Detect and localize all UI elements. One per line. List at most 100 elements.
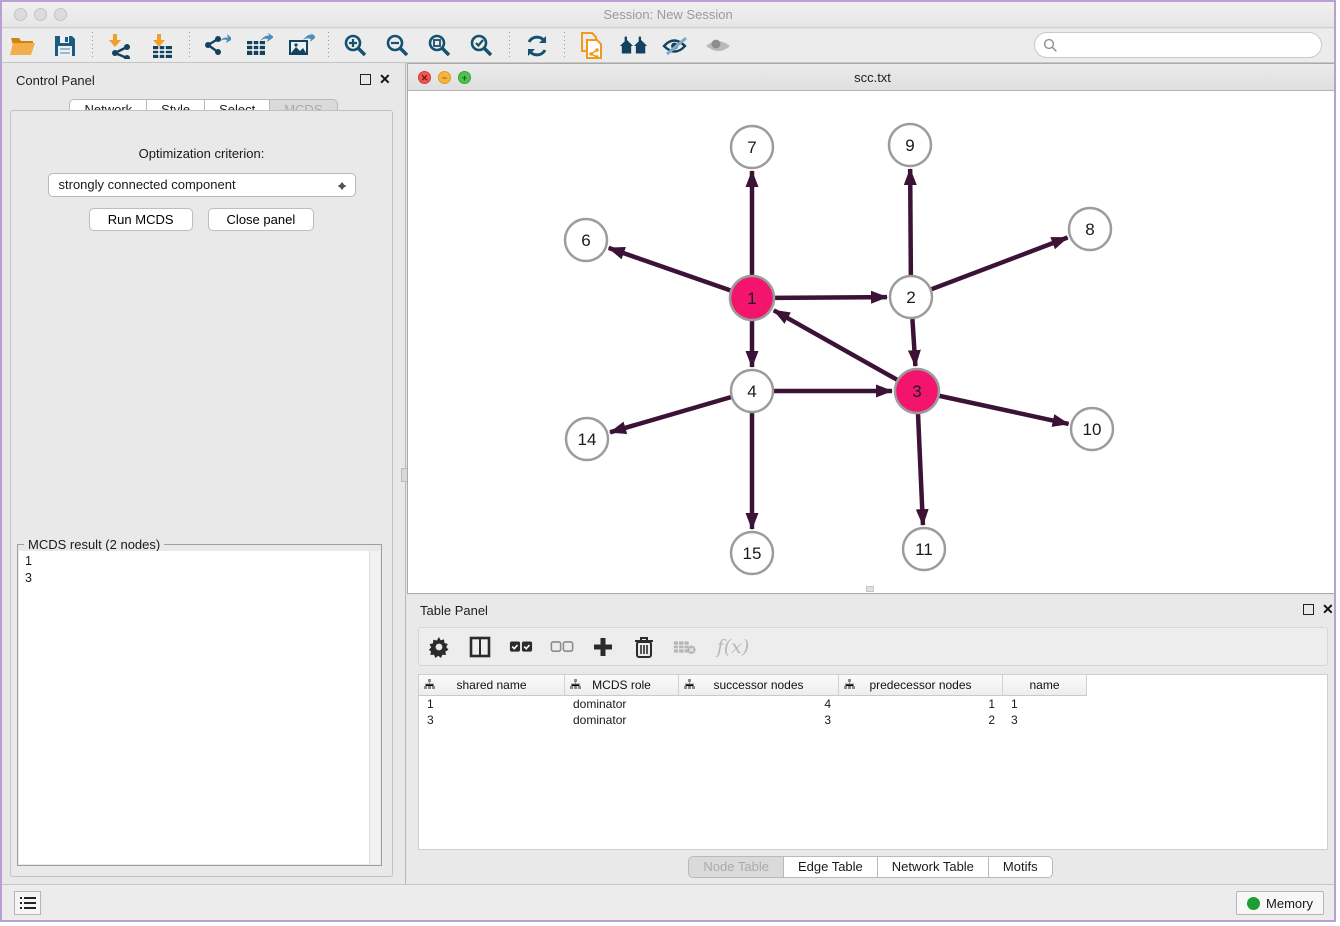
import-network-icon[interactable] [105,32,135,60]
search-input[interactable] [1058,38,1321,53]
unselect-all-columns-icon[interactable] [550,635,574,659]
graph-edge-2-9[interactable] [910,169,911,275]
mcds-result-group: MCDS result (2 nodes) 1 3 [17,544,382,866]
column-header-mcds-role[interactable]: MCDS role [565,675,679,696]
cell-successor-nodes[interactable]: 3 [679,712,839,728]
graph-edge-2-8[interactable] [932,238,1068,290]
export-image-icon[interactable] [286,32,316,60]
import-table-icon[interactable] [147,32,177,60]
zoom-fit-icon[interactable] [425,32,455,60]
control-panel-title: Control Panel [16,73,95,88]
graph-node-8[interactable]: 8 [1069,208,1111,250]
select-all-columns-icon[interactable] [509,635,533,659]
refresh-view-icon[interactable] [522,32,552,60]
network-from-file-icon[interactable] [577,32,607,60]
graph-node-15[interactable]: 15 [731,532,773,574]
column-header-successor-nodes[interactable]: successor nodes [679,675,839,696]
memory-label: Memory [1266,896,1313,911]
cell-shared-name[interactable]: 1 [419,696,565,712]
graph-edge-1-2[interactable] [775,297,887,298]
graph-edge-1-6[interactable] [609,248,731,290]
cell-mcds-role[interactable]: dominator [565,712,679,728]
result-scrollbar[interactable] [369,551,380,864]
graph-node-label: 11 [915,540,933,559]
tab-network-table[interactable]: Network Table [878,856,989,878]
column-header-name[interactable]: name [1003,675,1087,696]
float-panel-icon[interactable] [360,74,371,85]
graph-node-1[interactable]: 1 [730,276,774,320]
zoom-in-icon[interactable] [341,32,371,60]
graph-node-label: 4 [747,382,756,401]
graph-node-10[interactable]: 10 [1071,408,1113,450]
table-settings-icon[interactable] [427,635,451,659]
table-header-row: shared name MCDS role successor nodes pr… [419,675,1327,696]
graph-node-3[interactable]: 3 [895,369,939,413]
graph-node-7[interactable]: 7 [731,126,773,168]
cell-predecessor-nodes[interactable]: 1 [839,696,1003,712]
show-columns-icon[interactable] [468,635,492,659]
graph-node-6[interactable]: 6 [565,219,607,261]
export-network-icon[interactable] [202,32,232,60]
graph-node-11[interactable]: 11 [903,528,945,570]
graph-node-label: 6 [581,231,590,250]
canvas-resize-handle[interactable] [866,586,874,592]
open-session-icon[interactable] [8,32,38,60]
graph-edge-2-3[interactable] [912,319,915,366]
create-column-icon[interactable] [591,635,615,659]
show-graphics-details-icon[interactable] [703,32,733,60]
cell-shared-name[interactable]: 3 [419,712,565,728]
table-row[interactable]: 3 dominator 3 2 3 [419,712,1327,728]
graph-node-14[interactable]: 14 [566,418,608,460]
toolbar-separator [509,32,510,60]
float-table-panel-icon[interactable] [1303,604,1314,615]
column-header-predecessor-nodes[interactable]: predecessor nodes [839,675,1003,696]
cell-name[interactable]: 3 [1003,712,1087,728]
graph-edge-3-11[interactable] [918,414,923,525]
run-mcds-button[interactable]: Run MCDS [89,208,193,231]
first-neighbors-icon[interactable] [619,32,649,60]
network-view-title: scc.txt [408,70,1336,85]
mcds-result-list[interactable]: 1 3 [19,551,369,864]
window-title: Session: New Session [2,7,1334,22]
graph-node-label: 14 [578,430,597,449]
mcds-panel: Optimization criterion: strongly connect… [10,110,393,877]
column-type-icon [424,679,435,691]
search-field[interactable] [1034,32,1322,58]
hide-graphics-details-icon[interactable] [661,32,691,60]
zoom-selected-icon[interactable] [467,32,497,60]
graph-node-label: 1 [747,289,756,308]
close-panel-button[interactable]: Close panel [208,208,315,231]
table-toolbar: f(x) [418,627,1328,666]
memory-button[interactable]: Memory [1236,891,1324,915]
graph-node-4[interactable]: 4 [731,370,773,412]
graph-node-2[interactable]: 2 [890,276,932,318]
zoom-out-icon[interactable] [383,32,413,60]
tab-edge-table[interactable]: Edge Table [784,856,878,878]
close-table-panel-icon[interactable]: ✕ [1322,601,1334,617]
network-canvas[interactable]: 1 2 3 4 6 7 8 9 10 11 14 15 [408,91,1336,593]
cell-name[interactable]: 1 [1003,696,1087,712]
export-table-icon[interactable] [244,32,274,60]
main-toolbar [2,29,1334,63]
graph-node-9[interactable]: 9 [889,124,931,166]
save-session-icon[interactable] [50,32,80,60]
graph-edge-3-1[interactable] [774,310,897,379]
cell-successor-nodes[interactable]: 4 [679,696,839,712]
table-row[interactable]: 1 dominator 4 1 1 [419,696,1327,712]
column-header-shared-name[interactable]: shared name [419,675,565,696]
control-panel: Control Panel ✕ Network Style Select MCD… [2,63,406,884]
cell-mcds-role[interactable]: dominator [565,696,679,712]
network-graph[interactable]: 1 2 3 4 6 7 8 9 10 11 14 15 [408,91,1336,593]
task-history-button[interactable] [14,891,41,915]
cell-predecessor-nodes[interactable]: 2 [839,712,1003,728]
graph-edge-3-10[interactable] [939,396,1068,424]
tab-node-table[interactable]: Node Table [688,856,784,878]
close-panel-icon[interactable]: ✕ [379,71,391,87]
tab-motifs[interactable]: Motifs [989,856,1053,878]
network-window-titlebar[interactable]: ✕ − + scc.txt [408,64,1336,91]
graph-edge-4-14[interactable] [610,397,731,432]
optimization-criterion-dropdown[interactable]: strongly connected component [48,173,356,197]
table-panel-title: Table Panel [420,603,488,618]
toolbar-separator [189,32,190,60]
delete-columns-icon[interactable] [632,635,656,659]
